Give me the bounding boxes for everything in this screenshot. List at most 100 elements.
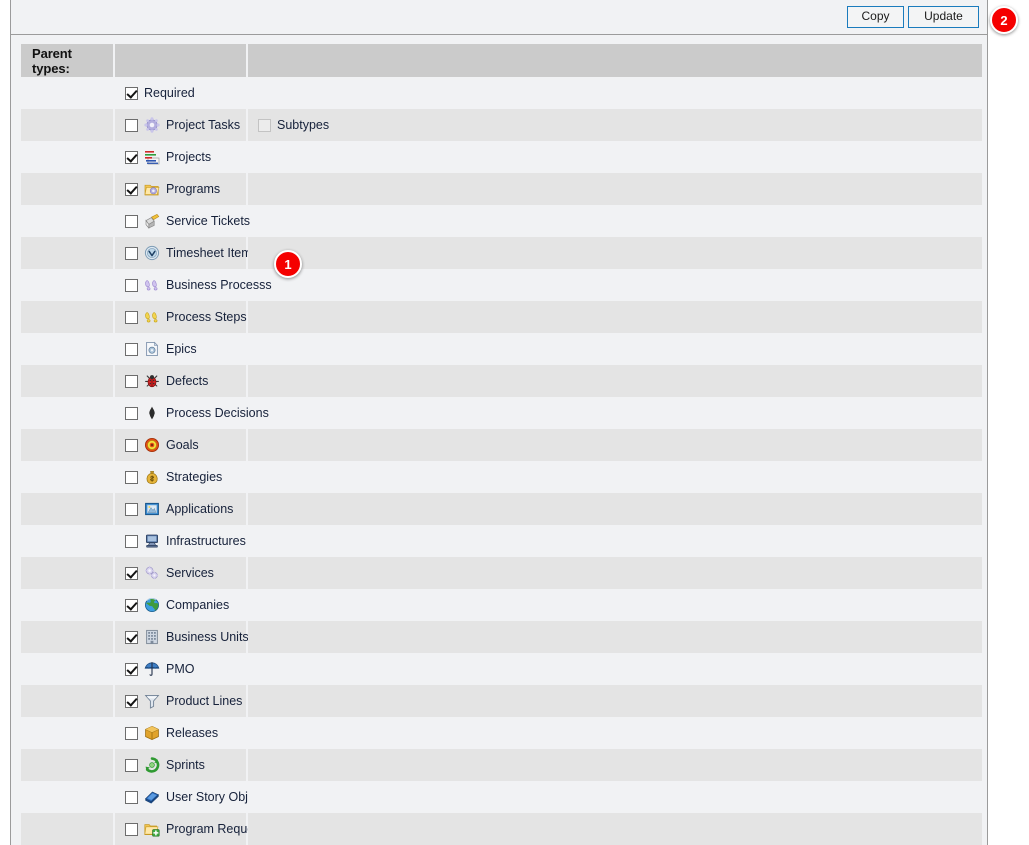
process-decisions-icon [144,405,160,421]
row-type-cell: Business Processs [115,269,272,301]
row-extra-cell [248,429,982,461]
service-tickets-icon [144,213,160,229]
type-option[interactable]: Defects [115,365,208,397]
type-option[interactable]: Service Tickets [115,205,250,237]
checkbox-infrastructures[interactable] [125,534,138,548]
row-spacer-cell [21,333,113,365]
table-row: PMO [21,653,982,685]
type-option[interactable]: PMO [115,653,194,685]
type-option[interactable]: Timesheet Items [115,237,258,269]
table-row: Timesheet Items [21,237,982,269]
type-option[interactable]: User Story Obj [115,781,248,813]
type-option[interactable]: Goals [115,429,199,461]
row-type-cell: Strategies [115,461,246,493]
checkbox-subtypes [258,118,271,132]
type-option[interactable]: Project Tasks [115,109,240,141]
type-option[interactable]: Business Units [115,621,249,653]
type-option[interactable]: Process Steps [115,301,247,333]
checkbox-goals[interactable] [125,438,138,452]
row-spacer-cell [21,173,113,205]
type-label: Epics [166,342,197,356]
type-option[interactable]: Releases [115,717,218,749]
subtypes-option[interactable]: Subtypes [248,109,329,141]
releases-icon [144,725,160,741]
row-spacer-cell [21,205,113,237]
row-spacer-cell [21,653,113,685]
type-label: Releases [166,726,219,740]
row-type-cell: Sprints [115,749,246,781]
row-spacer-cell [21,813,113,845]
checkbox-process-steps[interactable] [125,310,138,324]
table-row: Projects [21,141,982,173]
row-extra-cell [248,813,982,845]
type-option[interactable]: Infrastructures [115,525,246,557]
pmo-icon [144,661,160,677]
checkbox-process-decisions[interactable] [125,406,138,420]
checkbox-releases[interactable] [125,726,138,740]
type-label: Defects [166,374,209,388]
row-spacer-cell [21,429,113,461]
business-units-icon [144,629,160,645]
checkbox-required[interactable] [125,86,138,100]
companies-icon [144,597,160,613]
checkbox-applications[interactable] [125,502,138,516]
row-type-cell: Timesheet Items [115,237,258,269]
table-row: Process Steps [21,301,982,333]
type-option[interactable]: Program Requests [115,813,270,845]
checkbox-timesheet-items[interactable] [125,246,138,260]
checkbox-companies[interactable] [125,598,138,612]
type-option[interactable]: Product Lines [115,685,242,717]
type-option[interactable]: Sprints [115,749,205,781]
checkbox-business-processs[interactable] [125,278,138,292]
copy-button[interactable]: Copy [847,6,904,28]
checkbox-defects[interactable] [125,374,138,388]
type-option[interactable]: Projects [115,141,211,173]
type-option[interactable]: Companies [115,589,229,621]
type-option[interactable]: Applications [115,493,233,525]
row-spacer-cell [21,557,113,589]
row-extra-cell [248,333,982,365]
type-option[interactable]: Process Decisions [115,397,269,429]
checkbox-sprints[interactable] [125,758,138,772]
checkbox-pmo[interactable] [125,662,138,676]
row-type-cell: Releases [115,717,246,749]
row-type-cell: Infrastructures [115,525,246,557]
type-option[interactable]: Programs [115,173,220,205]
checkbox-epics[interactable] [125,342,138,356]
checkbox-strategies[interactable] [125,470,138,484]
type-label: Sprints [166,758,205,772]
row-extra-cell [248,301,982,333]
parent-types-table: Parent types: Required Project Tasks Subty… [21,44,982,845]
type-label: User Story Obj [166,790,248,804]
type-option[interactable]: Strategies [115,461,222,493]
type-label: Required [144,86,195,100]
row-extra-cell [248,397,982,429]
type-option[interactable]: Services [115,557,214,589]
checkbox-service-tickets[interactable] [125,214,138,228]
strategies-icon [144,469,160,485]
row-spacer-cell [21,621,113,653]
table-row: Programs [21,173,982,205]
type-label: Business Units [166,630,249,644]
type-label: Infrastructures [166,534,246,548]
user-story-obj-icon [144,789,160,805]
row-type-cell: Defects [115,365,246,397]
checkbox-projects[interactable] [125,150,138,164]
update-button[interactable]: Update [908,6,979,28]
checkbox-user-story-obj[interactable] [125,790,138,804]
checkbox-product-lines[interactable] [125,694,138,708]
checkbox-services[interactable] [125,566,138,580]
checkbox-programs[interactable] [125,182,138,196]
table-row: Companies [21,589,982,621]
row-type-cell: Applications [115,493,246,525]
type-option[interactable]: Epics [115,333,197,365]
table-row: Releases [21,717,982,749]
checkbox-business-units[interactable] [125,630,138,644]
checkbox-project-tasks[interactable] [125,118,138,132]
type-option[interactable]: Required [115,77,195,109]
checkbox-program-requests[interactable] [125,822,138,836]
programs-icon [144,181,160,197]
row-spacer-cell [21,589,113,621]
table-row: Process Decisions [21,397,982,429]
row-extra-cell [248,589,982,621]
